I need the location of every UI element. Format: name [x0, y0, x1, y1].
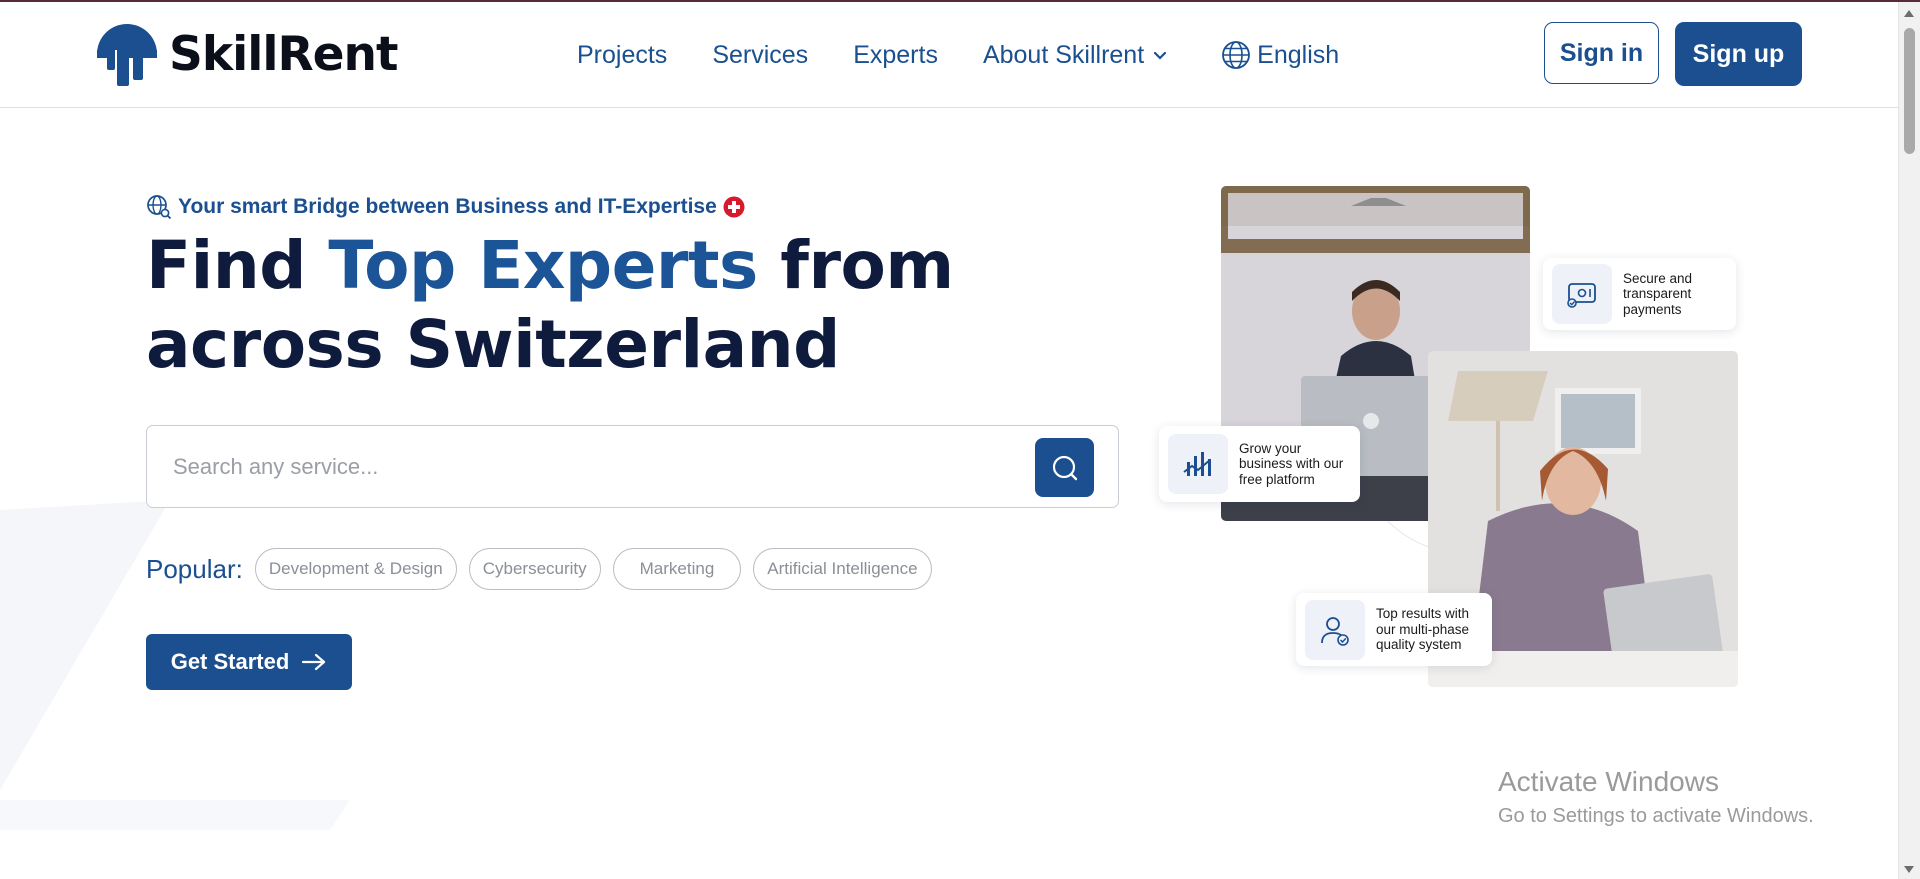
tag-artificial-intelligence[interactable]: Artificial Intelligence [753, 548, 932, 590]
nav-projects[interactable]: Projects [577, 41, 667, 70]
get-started-button[interactable]: Get Started [146, 634, 352, 690]
sign-in-button[interactable]: Sign in [1544, 22, 1659, 84]
feature-card-payments-text: Secure and transparent payments [1623, 270, 1693, 317]
skillrent-logo-icon [97, 24, 157, 86]
globe-search-icon [147, 195, 172, 220]
activate-windows-title: Activate Windows [1498, 766, 1719, 797]
search-bar [146, 425, 1119, 508]
tag-marketing[interactable]: Marketing [612, 548, 742, 590]
nav-experts[interactable]: Experts [853, 41, 938, 70]
verified-user-icon [1305, 599, 1365, 660]
feature-card-growth-text: Grow your business with our free platfor… [1239, 440, 1344, 487]
tagline-text: Your smart Bridge between Business and I… [178, 195, 717, 218]
scrollbar-thumb[interactable] [1904, 28, 1915, 154]
feature-card-growth: Grow your business with our free platfor… [1159, 426, 1360, 502]
globe-icon [1222, 41, 1251, 69]
chevron-down-icon [1154, 51, 1167, 60]
hero-title-prefix: Find [146, 227, 329, 304]
language-selector[interactable]: English [1213, 40, 1339, 70]
popular-tags: Popular: Development & Design Cybersecur… [146, 548, 944, 590]
page-scrollbar[interactable] [1898, 2, 1920, 879]
tag-cybersecurity[interactable]: Cybersecurity [468, 548, 601, 590]
main-nav: Projects Services Experts About Skillren… [577, 40, 1384, 70]
tag-development-design[interactable]: Development & Design [254, 548, 457, 590]
scroll-up-arrow-icon[interactable] [1904, 10, 1914, 17]
growth-chart-icon [1168, 434, 1228, 494]
nav-services[interactable]: Services [712, 41, 808, 70]
popular-label: Popular: [146, 553, 243, 584]
nav-about-label: About Skillrent [982, 40, 1145, 69]
feature-card-payments: Secure and transparent payments [1543, 258, 1736, 330]
arrow-right-icon [302, 653, 326, 671]
search-button[interactable] [1035, 438, 1094, 497]
search-input[interactable] [171, 446, 935, 488]
site-header: SkillRent Projects Services Experts Abou… [0, 2, 1898, 108]
swiss-cross-icon [723, 196, 745, 218]
logo-text: SkillRent [169, 26, 398, 82]
nav-about[interactable]: About Skillrent [983, 41, 1168, 70]
hero-title: Find Top Experts from across Switzerland [146, 226, 1126, 384]
hero-tagline: Your smart Bridge between Business and I… [146, 194, 745, 220]
scroll-down-arrow-icon[interactable] [1904, 866, 1914, 873]
payment-icon [1552, 264, 1612, 324]
hero-title-accent: Top Experts [328, 227, 758, 304]
logo[interactable]: SkillRent [95, 20, 398, 88]
language-label: English [1257, 40, 1340, 69]
feature-card-quality: Top results with our multi-phase quality… [1296, 593, 1492, 666]
feature-card-quality-text: Top results with our multi-phase quality… [1376, 606, 1470, 653]
search-icon [1052, 455, 1077, 480]
activate-windows-subtitle: Go to Settings to activate Windows. [1498, 805, 1814, 827]
sign-up-button[interactable]: Sign up [1675, 22, 1802, 86]
get-started-label: Get Started [170, 649, 290, 674]
